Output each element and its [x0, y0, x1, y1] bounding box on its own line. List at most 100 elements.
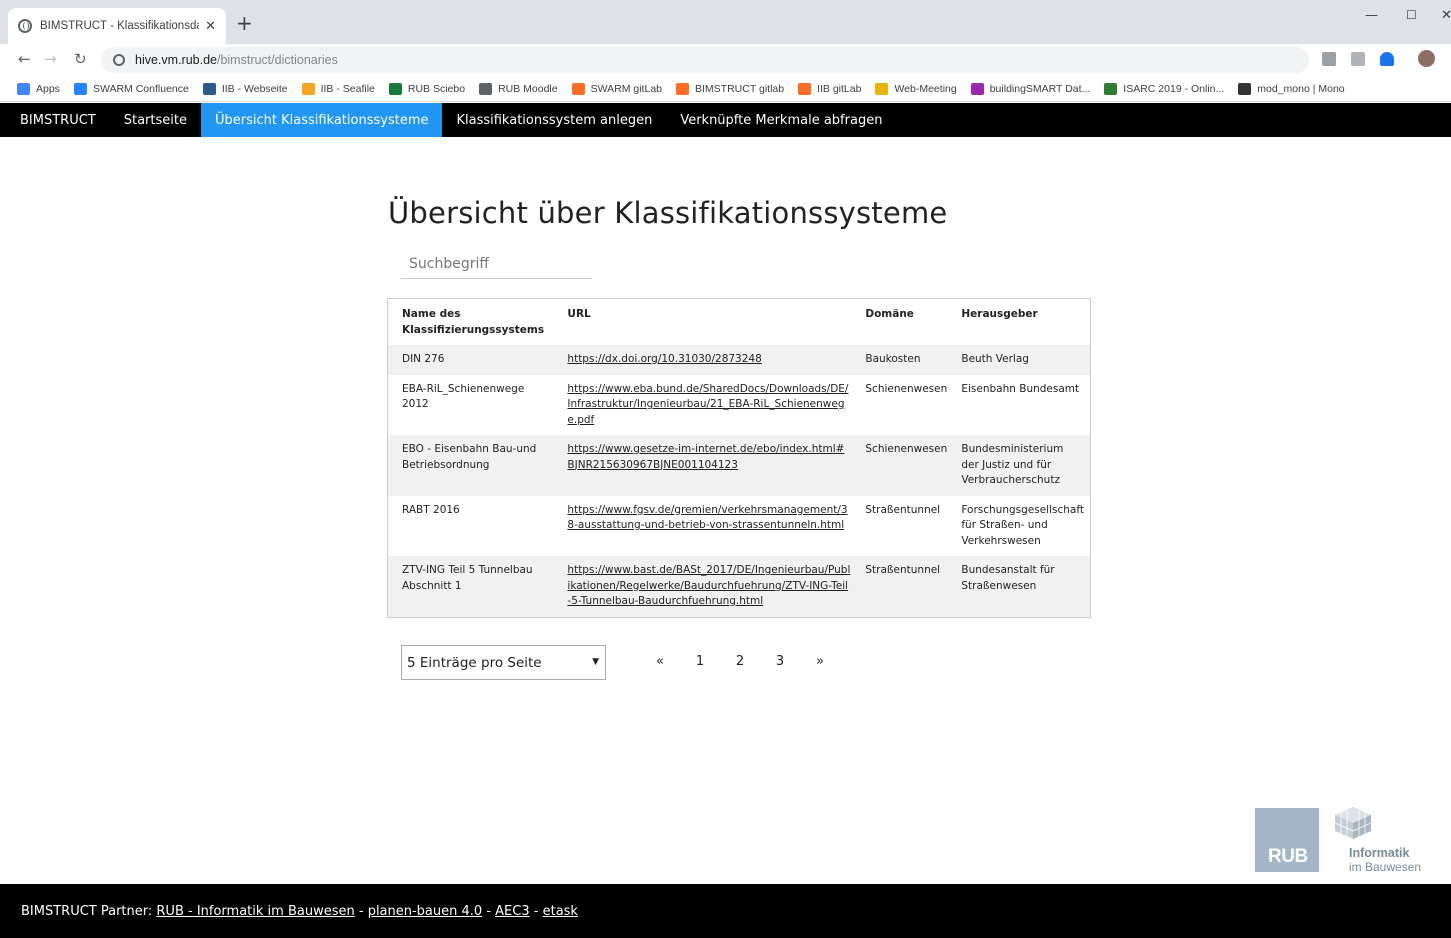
minimize-icon[interactable]: — — [1365, 8, 1378, 23]
bookmark-icon — [970, 82, 984, 95]
bookmark-label: Web-Meeting — [894, 82, 957, 95]
footer-link-etask[interactable]: etask — [543, 904, 578, 919]
bookmark-label: SWARM gitLab — [590, 82, 662, 95]
maximize-icon[interactable]: ☐ — [1406, 8, 1417, 22]
bookmark-item[interactable]: RUB Moodle — [479, 82, 558, 95]
site-info-icon[interactable] — [113, 54, 125, 66]
logo-im-bauwesen: im Bauwesen — [1349, 860, 1422, 874]
profile-avatar[interactable] — [1418, 50, 1435, 67]
bookmarks-bar: Apps SWARM Confluence IIB - Webseite IIB - … — [0, 76, 1451, 102]
pagination: « 1 2 3 » — [640, 654, 840, 669]
bookmark-item[interactable]: Apps — [17, 82, 60, 95]
bookmark-item[interactable]: mod_mono | Mono — [1238, 82, 1345, 95]
site-navbar: BIMSTRUCT Startseite Übersicht Klassifik… — [0, 103, 1451, 137]
page-title: Übersicht über Klassifikationssysteme — [388, 196, 948, 230]
table-row[interactable]: RABT 2016 https://www.fgsv.de/gremien/ver… — [387, 495, 1091, 556]
bookmark-item[interactable]: ISARC 2019 - Onlin... — [1104, 82, 1225, 95]
header-url[interactable]: URL — [559, 298, 858, 345]
nav-startseite[interactable]: Startseite — [110, 103, 201, 137]
bookmark-item[interactable]: RUB Sciebo — [388, 82, 465, 95]
system-url-link[interactable]: https://www.fgsv.de/gremien/verkehrsmana… — [567, 504, 847, 532]
pager-page-3[interactable]: 3 — [760, 654, 800, 669]
bookmark-item[interactable]: buildingSMART Dat... — [970, 82, 1091, 95]
bookmark-icon — [1238, 82, 1252, 95]
pager-next[interactable]: » — [800, 654, 840, 669]
nav-uebersicht-klassifikationssysteme[interactable]: Übersicht Klassifikationssysteme — [200, 103, 443, 137]
nav-klassifikationssystem-anlegen[interactable]: Klassifikationssystem anlegen — [442, 103, 666, 137]
system-publisher-cell: Forschungsgesellschaft für Straßen- und … — [953, 495, 1091, 556]
bookmark-icon — [388, 82, 402, 95]
pager-page-1[interactable]: 1 — [680, 654, 720, 669]
page-size-select[interactable]: 5 Einträge pro Seite ▼ — [401, 645, 606, 680]
system-domain-cell: Schienenwesen — [857, 435, 954, 496]
system-name: DIN 276 — [402, 353, 445, 365]
bookmark-label: IIB - Webseite — [221, 82, 288, 95]
bookmark-label: RUB Moodle — [498, 82, 558, 95]
bookmark-item[interactable]: SWARM gitLab — [571, 82, 662, 95]
system-url-link[interactable]: https://dx.doi.org/10.31030/2873248 — [567, 353, 761, 365]
rub-logo: RUB — [1255, 808, 1319, 872]
table-row[interactable]: ZTV-ING Teil 5 Tunnelbau Abschnitt 1 http… — [387, 556, 1091, 617]
table-row[interactable]: DIN 276 https://dx.doi.org/10.31030/28732… — [387, 345, 1091, 375]
system-url-link[interactable]: https://www.eba.bund.de/SharedDocs/Downl… — [567, 383, 848, 426]
system-name-cell: ZTV-ING Teil 5 Tunnelbau Abschnitt 1 — [387, 556, 560, 617]
table-row[interactable]: EBO - Eisenbahn Bau-und Betriebsordnung h… — [387, 435, 1091, 496]
page-size-value: 5 Einträge pro Seite — [407, 654, 542, 671]
system-publisher-cell: Bundesministerium der Justiz und für Ver… — [953, 435, 1091, 496]
bookmark-icon — [571, 82, 585, 95]
brand-link[interactable]: BIMSTRUCT — [0, 103, 110, 137]
footer-separator: - — [354, 903, 368, 919]
system-name-cell: EBO - Eisenbahn Bau-und Betriebsordnung — [387, 435, 560, 496]
system-publisher-cell: Eisenbahn Bundesamt — [953, 374, 1091, 435]
system-domain: Baukosten — [865, 353, 921, 365]
url-field[interactable]: hive.vm.rub.de /bimstruct/dictionaries — [101, 47, 1309, 73]
bookmark-label: BIMSTRUCT gitlab — [695, 82, 785, 95]
close-window-icon[interactable]: ✕ — [1441, 8, 1451, 23]
forward-icon[interactable]: → — [44, 50, 57, 68]
bookmark-icon — [875, 82, 889, 95]
bookmark-icon — [479, 82, 493, 95]
extension-g-icon[interactable] — [1322, 52, 1336, 66]
bookmark-label: Apps — [36, 82, 60, 95]
system-url-link[interactable]: https://www.gesetze-im-internet.de/ebo/i… — [567, 443, 844, 471]
header-domain[interactable]: Domäne — [857, 298, 954, 345]
footer-separator: - — [529, 903, 543, 919]
reload-icon[interactable]: ↻ — [74, 50, 87, 68]
bookmark-label: buildingSMART Dat... — [989, 82, 1091, 95]
back-icon[interactable]: ← — [18, 50, 31, 68]
bookmark-item[interactable]: IIB - Seafile — [301, 82, 375, 95]
bookmark-item[interactable]: Web-Meeting — [875, 82, 957, 95]
system-name-cell: RABT 2016 — [387, 495, 560, 556]
nav-verknuepfte-merkmale[interactable]: Verknüpfte Merkmale abfragen — [666, 103, 896, 137]
bookmark-item[interactable]: SWARM Confluence — [73, 82, 189, 95]
footer-link-aec3[interactable]: AEC3 — [495, 904, 529, 919]
system-domain: Straßentunnel — [865, 564, 941, 576]
header-name[interactable]: Name des Klassifizierungssystems — [387, 298, 560, 345]
system-domain-cell: Schienenwesen — [857, 374, 954, 435]
header-publisher[interactable]: Herausgeber — [953, 298, 1091, 345]
bookmark-item[interactable]: BIMSTRUCT gitlab — [676, 82, 785, 95]
table-row[interactable]: EBA-RiL_Schienenwege 2012 https://www.eba… — [387, 374, 1091, 435]
bookmark-item[interactable]: IIB - Webseite — [202, 82, 288, 95]
extension-graduate-icon[interactable] — [1380, 52, 1394, 66]
system-publisher: Forschungsgesellschaft für Straßen- und … — [961, 503, 1084, 547]
system-name: ZTV-ING Teil 5 Tunnelbau Abschnitt 1 — [402, 564, 533, 592]
pager-page-2[interactable]: 2 — [720, 654, 760, 669]
footer-link-rub[interactable]: RUB - Informatik im Bauwesen — [156, 904, 354, 919]
bookmark-icon — [17, 82, 30, 95]
url-host: hive.vm.rub.de — [135, 53, 217, 67]
bookmark-icon — [676, 82, 689, 95]
pager-prev[interactable]: « — [640, 654, 680, 669]
close-tab-icon[interactable]: ✕ — [205, 19, 216, 34]
browser-tab[interactable]: BIMSTRUCT - Klassifikationsdate ✕ — [8, 8, 226, 44]
bookmark-label: ISARC 2019 - Onlin... — [1123, 82, 1225, 95]
url-path: /bimstruct/dictionaries — [216, 53, 338, 67]
system-domain-cell: Straßentunnel — [857, 495, 954, 556]
bookmark-item[interactable]: IIB gitLab — [798, 82, 861, 95]
footer-link-planen-bauen[interactable]: planen-bauen 4.0 — [368, 904, 483, 919]
system-domain-cell: Baukosten — [857, 345, 954, 375]
system-url-link[interactable]: https://www.bast.de/BASt_2017/DE/Ingenie… — [567, 564, 850, 607]
search-input[interactable] — [401, 250, 592, 279]
extension-h-icon[interactable] — [1351, 52, 1365, 66]
new-tab-button[interactable]: + — [236, 13, 253, 33]
